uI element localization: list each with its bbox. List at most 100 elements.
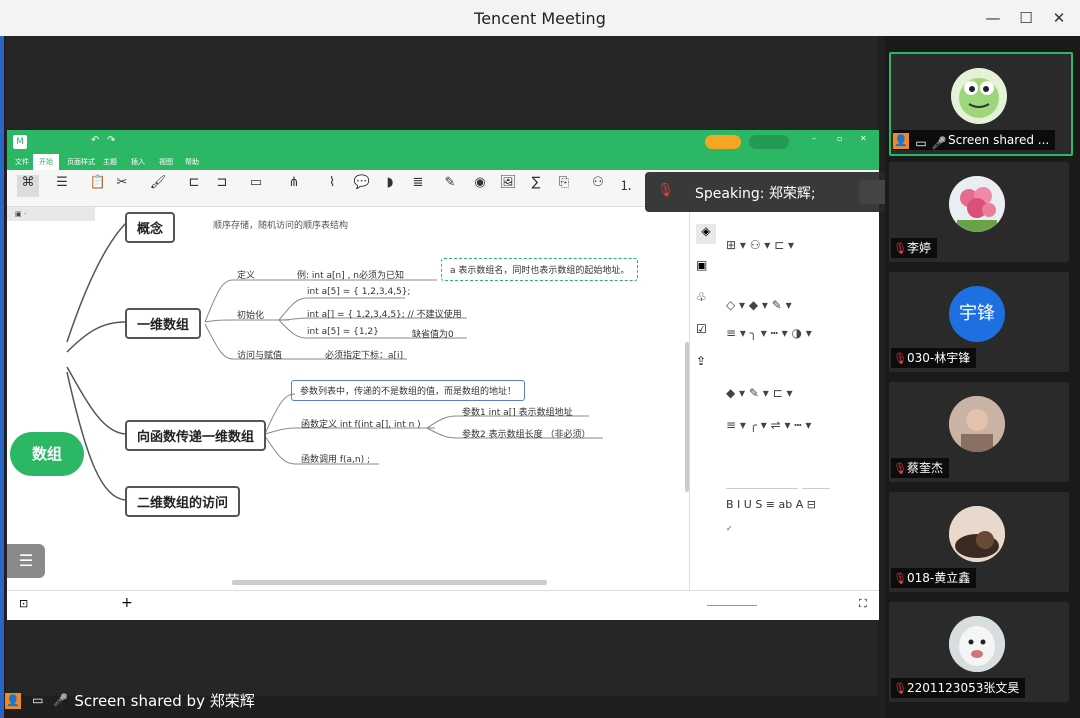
- node-pass-to-function[interactable]: 向函数传递一维数组: [125, 420, 267, 451]
- participant-name: 018-黄立鑫: [907, 571, 971, 585]
- cut-icon[interactable]: ✂: [111, 175, 133, 197]
- font-select[interactable]: [726, 474, 798, 489]
- menu-item-style[interactable]: 页面样式: [67, 157, 95, 167]
- side-icon-export[interactable]: ⇪: [696, 354, 706, 368]
- node-param2[interactable]: 参数2 表示数组长度 （非必须）: [462, 427, 590, 440]
- subtopic-icon[interactable]: ⊏: [183, 175, 205, 197]
- paste-icon[interactable]: 📋: [87, 175, 109, 197]
- node-two-dim-access[interactable]: 二维数组的访问: [125, 486, 241, 517]
- node-one-dim-array[interactable]: 一维数组: [125, 308, 202, 339]
- layout-options[interactable]: ⊞ ▾ ⚇ ▾ ⊏ ▾: [726, 238, 794, 252]
- participant-tile[interactable]: 🎙018-黄立鑫: [889, 492, 1069, 592]
- redo-icon[interactable]: ↷: [107, 135, 115, 146]
- numbering-icon[interactable]: ⒈: [615, 175, 637, 197]
- speaking-label: Speaking: 郑荣辉;: [695, 186, 816, 202]
- app-minimize-icon[interactable]: –: [812, 134, 816, 143]
- notes-icon[interactable]: ≣: [407, 175, 429, 197]
- document-tab[interactable]: ▣ ·: [7, 207, 95, 221]
- node-access[interactable]: 访问与赋值: [237, 348, 282, 361]
- menu-item-help[interactable]: 帮助: [185, 157, 199, 167]
- zoom-slider[interactable]: [707, 605, 757, 606]
- window-frame-left: [0, 36, 4, 718]
- participant-name: 蔡奎杰: [907, 461, 944, 475]
- upgrade-button[interactable]: [705, 135, 741, 149]
- node-init-1[interactable]: int a[5] = { 1,2,3,4,5};: [307, 287, 411, 297]
- font-format-options[interactable]: B I U S ≡ ab A ⊟: [726, 498, 816, 511]
- node-concept[interactable]: 概念: [125, 212, 176, 243]
- close-button[interactable]: ✕: [1047, 8, 1071, 28]
- add-sheet-icon[interactable]: +: [121, 595, 133, 611]
- outline-toggle-button[interactable]: ☰: [7, 544, 45, 578]
- formula-icon[interactable]: ∑: [525, 175, 547, 197]
- fullscreen-icon[interactable]: ⛶: [859, 597, 867, 611]
- branch-line-options[interactable]: ≡ ▾ ╭ ▾ ⇌ ▾ ┅ ▾: [726, 418, 811, 432]
- flower-avatar: [949, 176, 1005, 232]
- side-icon-clover[interactable]: ♧: [696, 290, 707, 304]
- menu-item-insert[interactable]: 插入: [131, 157, 145, 167]
- node-fn-def[interactable]: 函数定义 int f(int a[], int n ): [301, 417, 421, 430]
- participants-panel: 👤 ▭ 🎤 Screen shared ... 🎙李婷 宇锋 🎙030-林宇锋 🎙蔡奎…: [885, 36, 1080, 718]
- login-button[interactable]: [749, 135, 789, 149]
- side-icon-marker[interactable]: ▣: [696, 258, 707, 272]
- node-init-2[interactable]: int a[] = { 1,2,3,4,5}; // 不建议使用: [307, 307, 462, 320]
- node-init-3[interactable]: int a[5] = {1,2}: [307, 327, 379, 337]
- pen-icon[interactable]: ✎: [439, 175, 461, 197]
- node-define-example[interactable]: 例: int a[n] , n必须为已知: [297, 268, 404, 281]
- summary-icon[interactable]: ⌇: [321, 175, 343, 197]
- participant-tile[interactable]: 宇锋 🎙030-林宇锋: [889, 272, 1069, 372]
- node-access-note[interactable]: 必须指定下标：a[i]: [325, 348, 403, 361]
- branch-options[interactable]: ◆ ▾ ✎ ▾ ⊏ ▾: [726, 386, 792, 400]
- cat-avatar: [949, 506, 1005, 562]
- menu-item-view[interactable]: 视图: [159, 157, 173, 167]
- participant-name: Screen shared ...: [948, 133, 1050, 147]
- node-define-note[interactable]: a 表示数组名，同时也表示数组的起始地址。: [441, 258, 639, 281]
- participant-tile[interactable]: 🎙李婷: [889, 162, 1069, 262]
- format-painter-icon[interactable]: 🖌: [147, 175, 169, 197]
- photo-avatar: [949, 396, 1005, 452]
- muted-mic-icon: 🎙: [893, 242, 907, 255]
- font-size-select[interactable]: [802, 474, 830, 489]
- menu-item-file[interactable]: 文件: [15, 157, 29, 167]
- comment-icon[interactable]: 💬: [351, 175, 373, 197]
- mic-icon: 🎤: [53, 692, 69, 707]
- side-icon-calendar[interactable]: ☑: [696, 322, 707, 336]
- layout-icon[interactable]: ⚇: [587, 175, 609, 197]
- mindmap-canvas[interactable]: 概念 顺序存储，随机访问的顺序表结构 数组 一维数组 定义 例: int a[n…: [7, 212, 689, 590]
- label-icon[interactable]: ◗: [379, 175, 401, 197]
- screen-share-indicator: 👤 ▭ 🎤 Screen shared by 郑荣辉: [5, 690, 255, 716]
- undo-icon[interactable]: ↶: [91, 135, 99, 146]
- participant-tile[interactable]: 🎙2201123053张文昊: [889, 602, 1069, 702]
- marker-icon[interactable]: ◉: [469, 175, 491, 197]
- central-topic[interactable]: 数组: [10, 432, 84, 476]
- fit-icon[interactable]: ⊡: [19, 597, 28, 610]
- node-concept-leaf[interactable]: 顺序存储，随机访问的顺序表结构: [213, 218, 348, 231]
- topic-icon[interactable]: ⌘: [17, 175, 39, 197]
- sibling-topic-icon[interactable]: ⊐: [211, 175, 233, 197]
- participant-tile[interactable]: 🎙蔡奎杰: [889, 382, 1069, 482]
- node-init[interactable]: 初始化: [237, 308, 264, 321]
- participant-label: 🎙2201123053张文昊: [891, 678, 1026, 698]
- side-icon-style[interactable]: ◈: [696, 224, 716, 244]
- node-fn-call[interactable]: 函数调用 f(a,n) ;: [301, 452, 370, 465]
- free-topic-icon[interactable]: ▭: [245, 175, 267, 197]
- app-statusbar: ⊡ + ⛶: [7, 590, 879, 620]
- app-maximize-icon[interactable]: ▫: [837, 134, 842, 143]
- app-close-icon[interactable]: ✕: [860, 134, 867, 143]
- outline-icon[interactable]: ☰: [51, 175, 73, 197]
- menu-item-theme[interactable]: 主题: [103, 157, 117, 167]
- node-init-3-note[interactable]: 缺省值为0: [412, 327, 454, 340]
- minimize-button[interactable]: —: [981, 8, 1005, 28]
- menu-item-start[interactable]: 开始: [33, 154, 59, 170]
- image-icon[interactable]: 🖼: [497, 175, 519, 197]
- horizontal-scrollbar[interactable]: [232, 580, 547, 585]
- export-icon[interactable]: ⎘: [553, 175, 575, 197]
- node-param1[interactable]: 参数1 int a[] 表示数组地址: [462, 405, 573, 418]
- line-options[interactable]: ≡ ▾ ╮ ▾ ┅ ▾ ◑ ▾: [726, 326, 812, 340]
- sync-checkbox[interactable]: ✓: [726, 524, 733, 533]
- relation-icon[interactable]: ⋔: [283, 175, 305, 197]
- node-define[interactable]: 定义: [237, 268, 255, 281]
- participant-tile[interactable]: 👤 ▭ 🎤 Screen shared ...: [889, 52, 1073, 156]
- maximize-button[interactable]: ☐: [1014, 8, 1038, 28]
- node-param-list[interactable]: 参数列表中，传递的不是数组的值，而是数组的地址！: [291, 380, 526, 401]
- shape-options[interactable]: ◇ ▾ ◆ ▾ ✎ ▾: [726, 298, 792, 312]
